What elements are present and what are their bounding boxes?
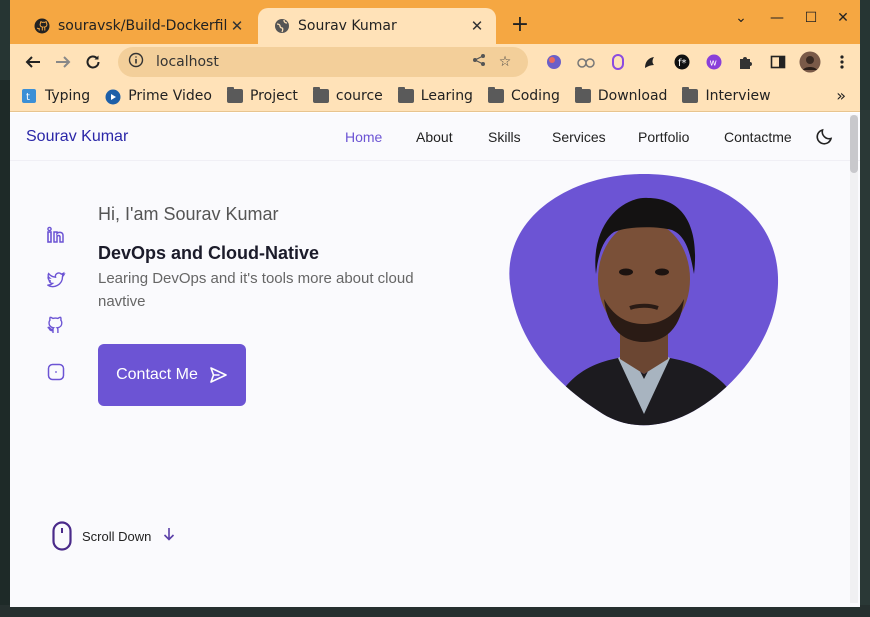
bookmark-learing[interactable]: Learing — [397, 86, 473, 104]
address-bar[interactable]: localhost ☆ — [118, 47, 528, 77]
folder-icon — [397, 86, 414, 103]
nav-skills[interactable]: Skills — [488, 129, 521, 145]
extension-w-icon[interactable]: w — [698, 48, 730, 76]
profile-avatar-icon[interactable] — [794, 48, 826, 76]
linkedin-icon[interactable] — [46, 225, 66, 245]
globe-icon — [274, 18, 290, 34]
folder-icon — [487, 86, 504, 103]
svg-text:f*: f* — [678, 58, 687, 69]
folder-icon — [682, 86, 699, 103]
github-icon[interactable] — [46, 316, 66, 336]
extension-fstar-icon[interactable]: f* — [666, 48, 698, 76]
tab-title: Sourav Kumar — [298, 18, 397, 34]
bookmark-label: Project — [249, 87, 298, 104]
forward-button[interactable] — [48, 47, 78, 77]
bookmark-project[interactable]: Project — [226, 86, 298, 104]
extension-gnome-icon[interactable] — [634, 48, 666, 76]
scrollbar-thumb[interactable] — [850, 115, 858, 173]
nav-services[interactable]: Services — [552, 129, 606, 145]
bookmark-download[interactable]: Download — [574, 86, 668, 104]
maximize-icon[interactable]: ☐ — [800, 10, 822, 26]
hero-description: Learing DevOps and it's tools more about… — [98, 270, 414, 310]
close-tab-icon[interactable]: ✕ — [228, 17, 246, 35]
twitter-icon[interactable] — [46, 270, 66, 290]
extensions-puzzle-icon[interactable] — [730, 48, 762, 76]
tab-search-chevron-icon[interactable]: ⌄ — [730, 10, 752, 26]
svg-text:w: w — [710, 59, 717, 69]
bookmark-prime-video[interactable]: Prime Video — [105, 88, 212, 104]
instagram-icon[interactable] — [46, 362, 66, 382]
bookmark-coding[interactable]: Coding — [487, 86, 560, 104]
close-window-icon[interactable]: ✕ — [832, 10, 854, 26]
url-text[interactable]: localhost — [156, 54, 466, 70]
more-bookmarks-icon[interactable]: » — [836, 86, 846, 105]
nav-portfolio[interactable]: Portfolio — [638, 129, 689, 145]
bookmark-star-icon[interactable]: ☆ — [492, 54, 518, 70]
toolbar: localhost ☆ f* w — [10, 44, 860, 80]
github-icon — [34, 18, 50, 34]
folder-icon — [226, 86, 243, 103]
send-icon — [208, 365, 228, 385]
extension-link-icon[interactable] — [570, 48, 602, 76]
bookmark-label: Learing — [420, 87, 473, 104]
info-icon[interactable] — [128, 52, 144, 72]
bookmarks-bar: t Typing Prime Video Project cource Lear… — [10, 80, 860, 112]
scroll-down-label: Scroll Down — [82, 528, 152, 544]
tab-strip: souravsk/Build-Dockerfile ✕ Sourav Kumar… — [10, 0, 860, 44]
side-panel-icon[interactable] — [762, 48, 794, 76]
browser-window: souravsk/Build-Dockerfile ✕ Sourav Kumar… — [10, 0, 860, 607]
folder-icon — [574, 86, 591, 103]
bookmark-label: Prime Video — [128, 87, 212, 104]
nav-contactme[interactable]: Contactme — [724, 129, 792, 145]
web-page: Sourav Kumar Home About Skills Services … — [10, 113, 860, 607]
bookmark-label: Download — [597, 87, 668, 104]
arrow-down-icon — [163, 527, 175, 545]
folder-icon — [312, 86, 329, 103]
new-tab-button[interactable]: + — [508, 12, 532, 37]
moon-icon[interactable] — [816, 127, 834, 149]
share-icon[interactable] — [466, 53, 492, 71]
bookmark-label: Coding — [510, 87, 560, 104]
svg-text:t: t — [26, 92, 30, 103]
bookmark-label: Typing — [45, 87, 91, 104]
contact-me-label: Contact Me — [116, 366, 198, 383]
site-logo[interactable]: Sourav Kumar — [26, 128, 128, 146]
page-scrollbar[interactable] — [850, 115, 858, 603]
mouse-icon — [52, 521, 72, 551]
tab-github[interactable]: souravsk/Build-Dockerfile ✕ — [18, 8, 256, 44]
hero-greeting: Hi, I'am Sourav Kumar — [98, 204, 279, 224]
bookmark-label: cource — [335, 87, 383, 104]
bookmark-label: Interview — [705, 87, 771, 104]
extension-clip-icon[interactable] — [602, 48, 634, 76]
hero-role: DevOps and Cloud-Native — [98, 243, 320, 263]
extensions-row: f* w — [538, 48, 858, 76]
typing-icon: t — [22, 88, 38, 103]
nav-home[interactable]: Home — [345, 129, 382, 145]
contact-me-button[interactable]: Contact Me — [98, 344, 246, 406]
tab-title: souravsk/Build-Dockerfile — [58, 18, 228, 34]
profile-photo — [509, 174, 779, 426]
extension-orb-icon[interactable] — [538, 48, 570, 76]
scroll-down-link[interactable]: Scroll Down — [52, 521, 175, 551]
bookmark-interview[interactable]: Interview — [682, 86, 771, 104]
nav-about[interactable]: About — [416, 129, 453, 145]
back-button[interactable] — [18, 47, 48, 77]
prime-video-icon — [105, 89, 121, 104]
minimize-icon[interactable]: — — [766, 10, 788, 26]
close-tab-icon[interactable]: ✕ — [468, 17, 486, 35]
bookmark-cource[interactable]: cource — [312, 86, 383, 104]
tab-sourav-kumar[interactable]: Sourav Kumar ✕ — [258, 8, 496, 44]
bookmark-typing[interactable]: t Typing — [22, 88, 90, 104]
reload-button[interactable] — [78, 47, 108, 77]
browser-menu-icon[interactable] — [826, 48, 858, 76]
